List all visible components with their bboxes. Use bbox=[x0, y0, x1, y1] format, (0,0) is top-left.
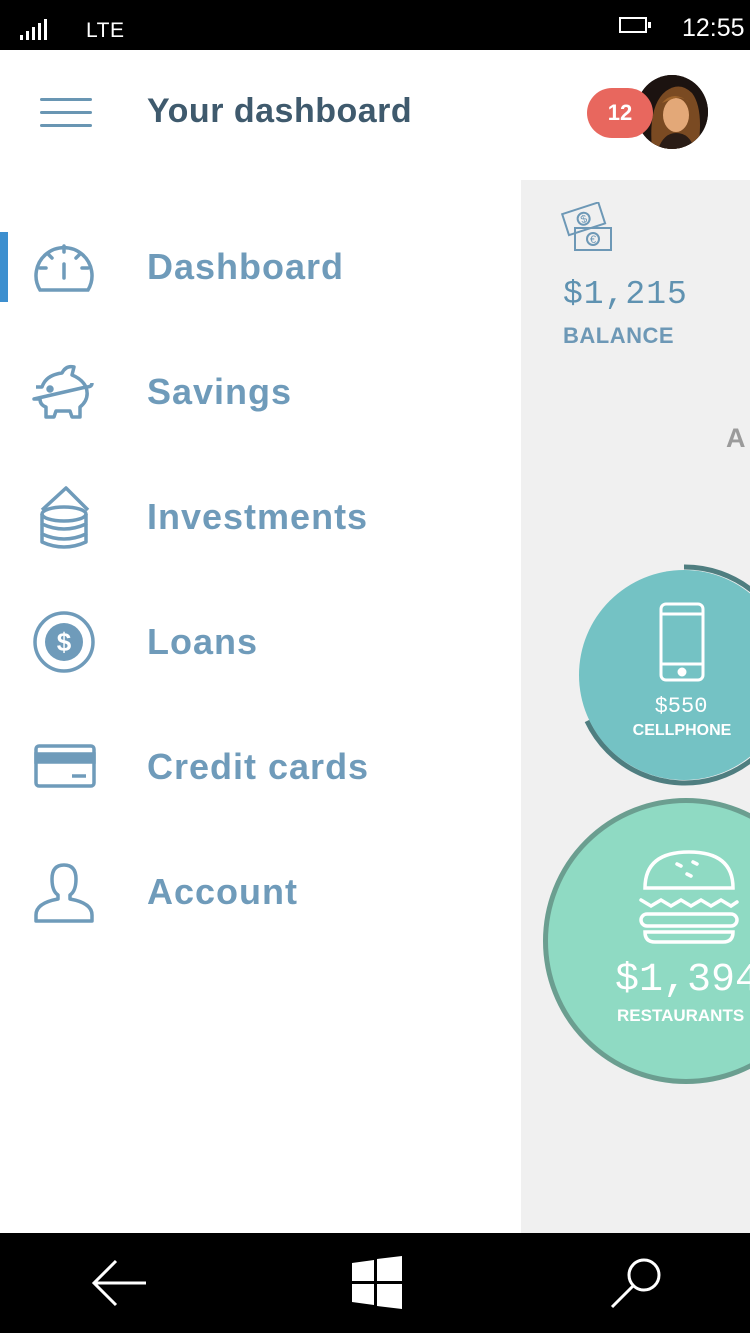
restaurants-amount: $1,394 bbox=[615, 958, 750, 1003]
menu-label-dashboard: Dashboard bbox=[147, 246, 345, 287]
search-icon[interactable] bbox=[602, 1253, 672, 1313]
status-time: 12:55 bbox=[682, 14, 745, 42]
menu-item-investments[interactable]: Investments bbox=[0, 472, 521, 562]
menu-item-loans[interactable]: $ Loans bbox=[0, 597, 521, 687]
svg-text:$: $ bbox=[57, 627, 72, 657]
balance-label: BALANCE bbox=[563, 323, 675, 348]
money-bills-icon: $ € bbox=[561, 202, 612, 251]
menu-label-investments: Investments bbox=[147, 496, 369, 537]
menu-item-account[interactable]: Account bbox=[0, 847, 521, 937]
signal-strength-icon bbox=[20, 18, 50, 40]
active-indicator bbox=[0, 232, 8, 302]
restaurants-label: RESTAURANTS bbox=[617, 1006, 745, 1025]
dollar-coin-icon: $ bbox=[33, 611, 95, 673]
app-header: Your dashboard 12 bbox=[0, 50, 750, 180]
menu-label-credit-cards: Credit cards bbox=[147, 746, 370, 787]
menu-item-credit-cards[interactable]: Credit cards bbox=[0, 722, 521, 812]
cellphone-icon bbox=[659, 602, 705, 682]
dashboard-gauge-icon bbox=[34, 244, 94, 292]
system-navigation-bar bbox=[0, 1233, 750, 1333]
coin-stack-icon bbox=[40, 486, 90, 549]
menu-item-savings[interactable]: Savings bbox=[0, 347, 521, 437]
hamburger-menu-button[interactable] bbox=[38, 96, 94, 130]
balance-amount: $1,215 bbox=[563, 276, 688, 313]
menu-label-account: Account bbox=[147, 871, 298, 912]
dashboard-content: $ € $1,215 BALANCE A $550 CELLPHONE $1,3… bbox=[521, 180, 750, 1233]
side-menu: Dashboard Savings Investments $ Loans Cr… bbox=[0, 180, 521, 1233]
carrier-label: LTE bbox=[86, 19, 125, 42]
battery-icon bbox=[619, 17, 651, 33]
piggy-bank-icon bbox=[32, 364, 94, 419]
user-icon bbox=[34, 863, 94, 923]
svg-text:€: € bbox=[590, 234, 596, 246]
status-bar: LTE 12:55 bbox=[0, 0, 750, 50]
page-title: Your dashboard bbox=[147, 92, 413, 130]
cellphone-amount: $550 bbox=[654, 694, 708, 719]
section-heading-fragment: A bbox=[726, 423, 746, 453]
menu-label-savings: Savings bbox=[147, 371, 293, 412]
notification-badge[interactable]: 12 bbox=[587, 88, 653, 138]
cellphone-label: CELLPHONE bbox=[632, 722, 732, 739]
menu-label-loans: Loans bbox=[147, 621, 259, 662]
menu-item-dashboard[interactable]: Dashboard bbox=[0, 222, 521, 312]
back-arrow-icon[interactable] bbox=[84, 1253, 154, 1313]
burger-icon bbox=[639, 850, 739, 944]
credit-card-icon bbox=[34, 744, 96, 788]
windows-start-icon[interactable] bbox=[342, 1253, 412, 1313]
